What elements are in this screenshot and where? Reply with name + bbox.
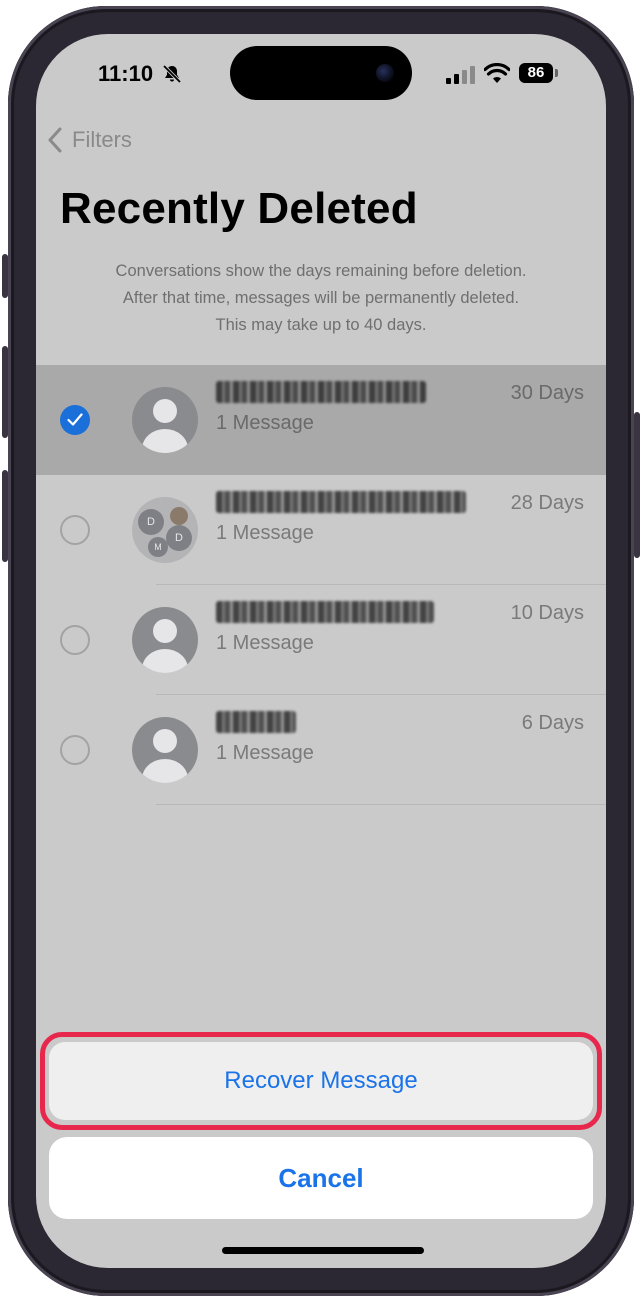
page-title: Recently Deleted [60,184,418,233]
group-member-initial: D [166,525,192,551]
mute-switch [2,254,8,298]
battery-indicator: 86 [519,63,553,83]
status-time: 11:10 [98,61,154,86]
message-count: 1 Message [216,412,314,434]
contact-name-redacted [216,381,426,403]
wifi-icon [484,63,510,83]
contact-name-redacted [216,601,434,623]
contact-avatar [132,717,198,783]
group-member-initial: M [148,537,168,557]
message-count: 1 Message [216,632,314,654]
chevron-left-icon [48,127,62,153]
contact-name-redacted [216,711,296,733]
screen: 11:10 86 Filters Recently Deleted Conver… [36,34,606,1268]
conversation-row[interactable]: 1 Message 6 Days [36,695,606,805]
group-member-photo [170,507,188,525]
dynamic-island [230,46,412,100]
back-button[interactable]: Filters [48,126,132,154]
volume-down-button [2,470,8,562]
days-remaining: 6 Days [521,712,584,734]
days-remaining: 28 Days [510,492,584,514]
bell-muted-icon [162,64,182,84]
page-description: Conversations show the days remaining be… [56,258,586,339]
description-line: This may take up to 40 days. [215,316,427,334]
recover-message-button[interactable]: Recover Message [49,1042,593,1120]
cellular-signal-icon [446,66,475,84]
conversation-row[interactable]: D D M 1 Message 28 Days [36,475,606,585]
home-indicator[interactable] [222,1247,424,1254]
contact-name-redacted [216,491,466,513]
conversation-list: 1 Message 30 Days D D M 1 Message 28 Day… [36,365,606,805]
message-count: 1 Message [216,522,314,544]
volume-up-button [2,346,8,438]
conversation-row[interactable]: 1 Message 10 Days [36,585,606,695]
selection-checkbox[interactable] [60,405,90,435]
description-line: Conversations show the days remaining be… [115,262,527,280]
cancel-button[interactable]: Cancel [49,1137,593,1219]
selection-checkbox[interactable] [60,515,90,545]
selection-checkbox[interactable] [60,625,90,655]
checkmark-icon [67,413,83,426]
row-divider [156,804,606,805]
power-button [634,412,640,558]
contact-avatar [132,607,198,673]
group-avatar: D D M [132,497,198,563]
back-label: Filters [72,127,132,152]
message-count: 1 Message [216,742,314,764]
days-remaining: 10 Days [510,602,584,624]
description-line: After that time, messages will be perman… [122,289,520,307]
contact-avatar [132,387,198,453]
selection-checkbox[interactable] [60,735,90,765]
camera-icon [376,64,394,82]
battery-tip [555,69,558,77]
days-remaining: 30 Days [510,382,584,404]
conversation-row[interactable]: 1 Message 30 Days [36,365,606,475]
group-member-initial: D [138,509,164,535]
